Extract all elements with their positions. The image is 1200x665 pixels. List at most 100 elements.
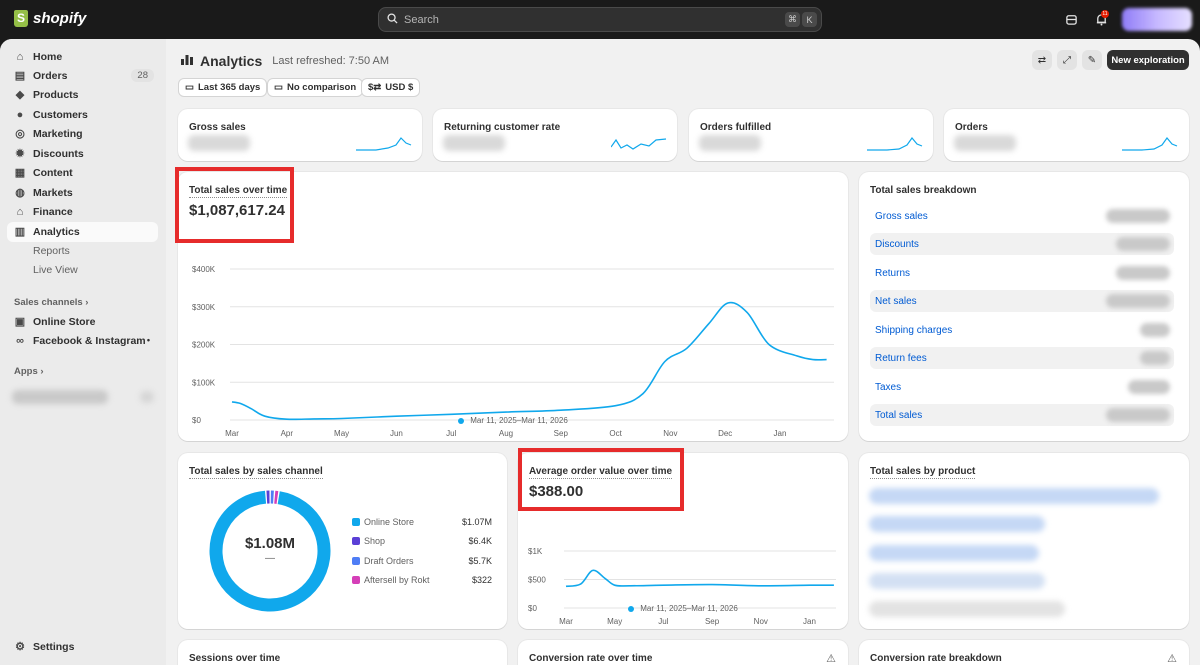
x-tick-label: May xyxy=(334,429,349,438)
sidebar-item-label: Content xyxy=(33,167,73,179)
highlight-box-total-sales xyxy=(175,167,294,243)
search-placeholder: Search xyxy=(404,13,439,26)
chart-icon: ▥ xyxy=(14,226,26,238)
sidebar-item-live-view[interactable]: Live View xyxy=(7,260,158,280)
person-icon: ● xyxy=(16,109,24,121)
warning-icon[interactable]: ⚠ xyxy=(1167,652,1177,665)
x-tick-label: Nov xyxy=(663,429,677,438)
series-line xyxy=(565,569,834,588)
search-bar[interactable]: Search ⌘ K xyxy=(378,7,822,32)
metric-title: Returning customer rate xyxy=(444,122,561,133)
sidebar-item-orders[interactable]: ▤ Orders 28 xyxy=(7,66,158,86)
gear-icon: ⚙ xyxy=(15,641,25,653)
y-tick-label: $300K xyxy=(192,303,216,312)
calendar-icon: ▭ xyxy=(185,82,194,93)
sidebar-item-online-store[interactable]: ▣ Online Store xyxy=(7,312,158,332)
orders-icon: ▤ xyxy=(14,70,26,82)
x-tick-label: Nov xyxy=(754,617,768,626)
breakdown-value-blurred xyxy=(1106,294,1170,308)
last-refreshed: Last refreshed: 7:50 AM xyxy=(272,54,390,67)
analytics-icon xyxy=(180,52,194,69)
breakdown-value-blurred xyxy=(1116,237,1170,251)
logo-text: shopify xyxy=(33,10,87,27)
series-line xyxy=(231,301,827,421)
sidebar-item-discounts[interactable]: ✹ Discounts xyxy=(7,144,158,164)
breakdown-row-total-sales[interactable]: Total sales xyxy=(870,404,1174,426)
metric-title: Orders xyxy=(955,122,988,133)
store-switcher-icon[interactable] xyxy=(1063,11,1079,27)
product-bar-blurred xyxy=(869,545,1039,561)
sidebar: ⌂ Home ▤ Orders 28 ◆ Products ● Customer… xyxy=(0,39,166,665)
card-title: Conversion rate over time xyxy=(529,653,653,664)
apps-heading[interactable]: Apps › xyxy=(14,366,44,377)
top-bar: shopify Search ⌘ K 11 xyxy=(0,0,1200,39)
conversion-rate-card: Conversion rate over time ⚠ xyxy=(518,640,848,665)
x-tick-label: Jan xyxy=(774,429,787,438)
new-exploration-button[interactable]: New exploration xyxy=(1107,50,1189,70)
sidebar-item-markets[interactable]: ◍ Markets xyxy=(7,183,158,203)
legend-value: $5.7K xyxy=(468,556,492,566)
product-bar-blurred xyxy=(869,601,1065,617)
metric-card-orders[interactable]: Orders xyxy=(944,109,1189,161)
card-title: Sessions over time xyxy=(189,653,281,664)
discount-icon: ✹ xyxy=(15,148,25,160)
breakdown-value-blurred xyxy=(1128,380,1170,394)
x-tick-label: Dec xyxy=(718,429,732,438)
breakdown-row-taxes[interactable]: Taxes xyxy=(870,376,1174,398)
sidebar-item-analytics[interactable]: ▥ Analytics xyxy=(7,222,158,242)
metric-card-orders-fulfilled[interactable]: Orders fulfilled xyxy=(689,109,933,161)
date-range-filter[interactable]: ▭ Last 365 days xyxy=(178,78,268,97)
metric-card-gross-sales[interactable]: Gross sales xyxy=(178,109,422,161)
product-bar-blurred xyxy=(869,516,1045,532)
sidebar-item-finance[interactable]: ⌂ Finance xyxy=(7,202,158,222)
sidebar-item-reports[interactable]: Reports xyxy=(7,241,158,261)
x-tick-label: Sep xyxy=(705,617,720,626)
expand-icon: ⤢ xyxy=(1063,54,1071,66)
legend-label: Mar 11, 2025–Mar 11, 2026 xyxy=(470,416,568,425)
conversion-breakdown-card: Conversion rate breakdown ⚠ xyxy=(859,640,1189,665)
legend-swatch xyxy=(352,557,360,565)
sidebar-item-settings[interactable]: ⚙ Settings xyxy=(7,637,158,657)
fullscreen-button[interactable]: ⤢ xyxy=(1057,50,1077,70)
legend-name: Aftersell by Rokt xyxy=(364,575,430,585)
avatar[interactable] xyxy=(1122,8,1192,31)
card-title: Total sales by sales channel xyxy=(189,466,323,479)
breakdown-row-return-fees[interactable]: Return fees xyxy=(870,347,1174,369)
app-item-blurred[interactable] xyxy=(12,390,108,404)
filter-label: USD $ xyxy=(385,82,414,93)
pencil-icon: ✎ xyxy=(1087,54,1097,66)
breakdown-row-returns[interactable]: Returns xyxy=(870,262,1174,284)
sidebar-item-products[interactable]: ◆ Products xyxy=(7,85,158,105)
search-icon xyxy=(387,12,398,27)
sales-channels-heading[interactable]: Sales channels › xyxy=(14,297,88,308)
metric-title: Gross sales xyxy=(189,122,246,133)
breakdown-row-shipping-charges[interactable]: Shipping charges xyxy=(870,319,1174,341)
comparison-filter[interactable]: ▭ No comparison xyxy=(267,78,364,97)
warning-icon[interactable]: ⚠ xyxy=(826,652,836,665)
highlight-box-aov xyxy=(518,448,684,511)
edit-button[interactable]: ✎ xyxy=(1082,50,1102,70)
legend-swatch xyxy=(352,518,360,526)
storefront-icon: ▣ xyxy=(14,316,26,328)
notification-badge: 11 xyxy=(1101,10,1109,18)
sidebar-item-content[interactable]: ▦ Content xyxy=(7,163,158,183)
currency-filter[interactable]: $⇄ USD $ xyxy=(361,78,421,97)
breakdown-row-net-sales[interactable]: Net sales xyxy=(870,290,1174,312)
sales-by-product-card: Total sales by product xyxy=(859,453,1189,629)
home-icon: ⌂ xyxy=(16,51,24,63)
shopify-logo[interactable]: shopify xyxy=(14,10,86,27)
sidebar-item-label: Customers xyxy=(33,109,88,121)
sidebar-item-customers[interactable]: ● Customers xyxy=(7,105,158,125)
sidebar-item-home[interactable]: ⌂ Home xyxy=(7,47,158,67)
filter-label: Last 365 days xyxy=(197,82,261,93)
x-tick-label: Jul xyxy=(658,617,668,626)
sidebar-item-marketing[interactable]: ◎ Marketing xyxy=(7,124,158,144)
breakdown-row-gross-sales[interactable]: Gross sales xyxy=(870,205,1174,227)
breakdown-row-discounts[interactable]: Discounts xyxy=(870,233,1174,255)
refresh-button[interactable]: ⇄ xyxy=(1032,50,1052,70)
sidebar-item-facebook-instagram[interactable]: ∞ Facebook & Instagram • xyxy=(7,331,158,351)
x-tick-label: Jul xyxy=(446,429,456,438)
y-tick-label: $400K xyxy=(192,265,216,274)
metric-card-returning-customer-rate[interactable]: Returning customer rate xyxy=(433,109,677,161)
sidebar-item-label: Home xyxy=(33,51,63,63)
